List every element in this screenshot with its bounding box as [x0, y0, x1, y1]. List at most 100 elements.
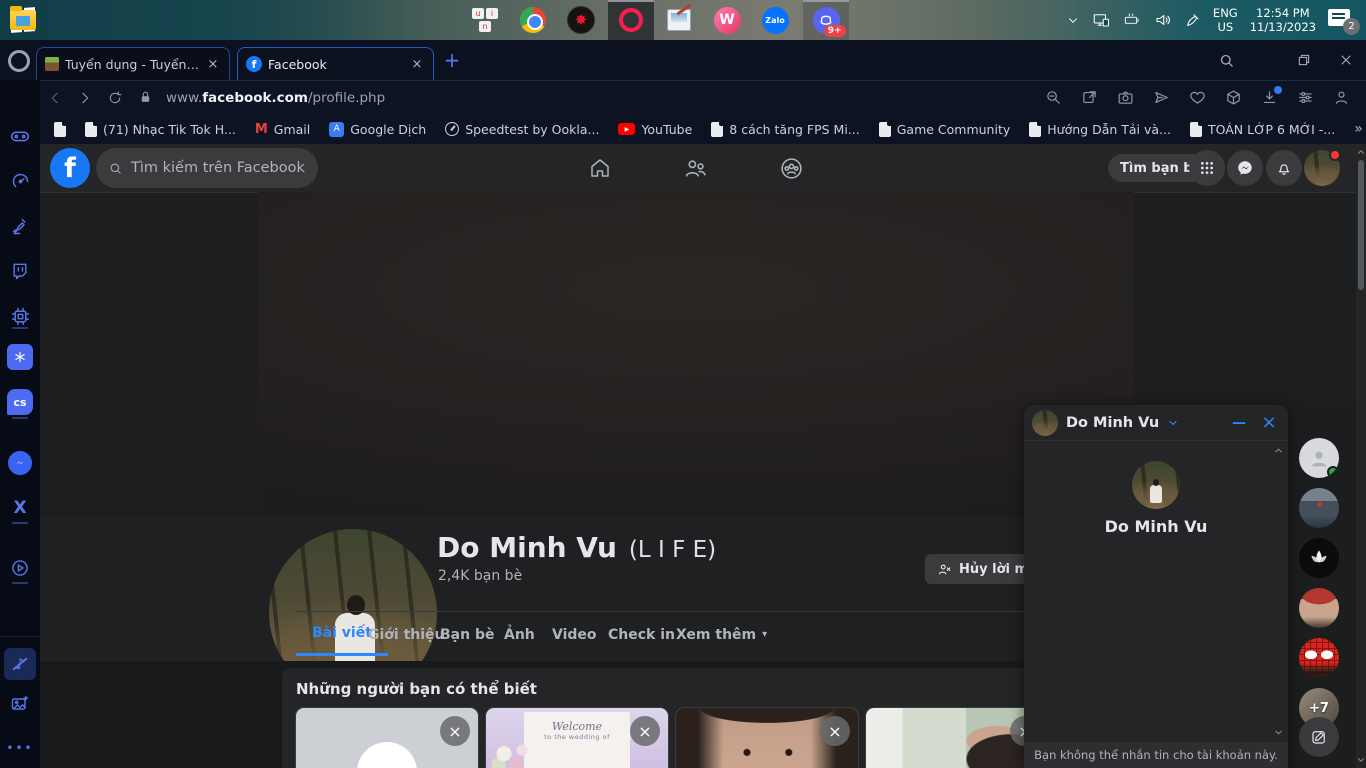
bookmark-item[interactable]: 8 cách tăng FPS Mi... — [711, 120, 860, 137]
url-text[interactable]: www.facebook.com/profile.php — [166, 90, 385, 106]
search-tabs-icon[interactable] — [1218, 52, 1235, 69]
site-lock-icon[interactable] — [130, 84, 160, 112]
taskbar-paint[interactable] — [656, 0, 702, 40]
reload-button[interactable] — [100, 84, 130, 112]
taskbar-opera-gx[interactable] — [608, 0, 654, 40]
downloads-icon[interactable] — [1254, 84, 1284, 112]
nav-friends[interactable] — [650, 144, 740, 192]
tray-chevron-icon[interactable] — [1066, 13, 1080, 27]
contact-avatar[interactable] — [1299, 538, 1339, 578]
taskbar-game-app[interactable]: ✸ — [558, 0, 604, 40]
new-message-button[interactable] — [1299, 717, 1339, 757]
bookmark-item[interactable]: Game Community — [878, 120, 1010, 137]
gx-control-icon[interactable] — [0, 165, 40, 197]
contact-avatar[interactable] — [1299, 588, 1339, 628]
contact-avatar[interactable] — [1299, 488, 1339, 528]
notifications-button[interactable] — [1266, 150, 1302, 186]
sidebar-more-icon[interactable]: ••• — [0, 732, 40, 764]
close-window-icon[interactable] — [1338, 52, 1354, 68]
action-center[interactable]: 2 — [1328, 7, 1360, 35]
chatgpt-icon[interactable] — [0, 341, 40, 373]
player-icon[interactable] — [0, 552, 40, 584]
taskbar-unikey[interactable]: u i n — [462, 0, 508, 40]
image-snapshot-icon[interactable] — [0, 688, 40, 720]
bookmark-item[interactable]: (71) Nhạc Tik Tok H... — [85, 120, 236, 137]
bookmark-item[interactable]: Hướng Dẫn Tải và... — [1029, 120, 1171, 137]
bookmark-youtube[interactable]: ▶ YouTube — [618, 122, 692, 137]
chat-header[interactable]: Do Minh Vu — × — [1024, 405, 1288, 441]
taskbar-chrome[interactable] — [510, 0, 556, 40]
language-indicator[interactable]: ENG US — [1213, 6, 1238, 35]
nav-home[interactable] — [555, 144, 645, 192]
chat-profile-name[interactable]: Do Minh Vu — [1024, 517, 1288, 536]
wallet-cube-icon[interactable] — [1218, 84, 1248, 112]
easy-setup-icon[interactable] — [1290, 84, 1320, 112]
chat-minimize-icon[interactable]: — — [1228, 415, 1250, 431]
restore-window-icon[interactable] — [1296, 52, 1312, 68]
bookmark-speedtest[interactable]: Speedtest by Ookla... — [445, 122, 599, 137]
new-tab-button[interactable]: + — [440, 48, 464, 72]
clock[interactable]: 12:54 PM 11/13/2023 — [1250, 6, 1316, 35]
music-muted-icon[interactable]: ♪ — [0, 648, 40, 680]
scroll-down-icon[interactable] — [1273, 727, 1284, 738]
taskbar-wps[interactable]: W — [704, 0, 750, 40]
back-button[interactable] — [40, 84, 70, 112]
tab-close-icon[interactable]: × — [205, 56, 221, 72]
scrollbar-thumb[interactable] — [1358, 160, 1364, 290]
tab-close-icon[interactable]: × — [409, 56, 425, 72]
zoom-icon[interactable] — [1038, 84, 1068, 112]
volume-icon[interactable] — [1154, 11, 1172, 29]
taskbar-zalo[interactable]: Zalo — [752, 0, 798, 40]
contact-avatar[interactable] — [1299, 438, 1339, 478]
friends-count[interactable]: 2,4K bạn bè — [438, 568, 522, 584]
messenger-sidebar-icon[interactable] — [0, 447, 40, 479]
suggestion-card[interactable]: Welcome to the wedding of × — [486, 708, 668, 768]
chat-profile-avatar[interactable] — [1132, 461, 1180, 509]
contact-avatar[interactable] — [1299, 638, 1339, 678]
cs-app-icon[interactable]: cs — [0, 386, 40, 418]
network-icon[interactable] — [1092, 11, 1110, 29]
page-scrollbar[interactable] — [1356, 144, 1366, 768]
gx-cleaner-icon[interactable] — [0, 210, 40, 242]
snapshot-camera-icon[interactable] — [1110, 84, 1140, 112]
send-flow-icon[interactable] — [1146, 84, 1176, 112]
apps-menu-button[interactable] — [1189, 150, 1225, 186]
chat-scrollbar[interactable] — [1273, 445, 1285, 738]
scroll-up-icon[interactable] — [1356, 147, 1366, 157]
profile-icon[interactable] — [1326, 84, 1356, 112]
bookmark-heart-icon[interactable] — [1182, 84, 1212, 112]
twitch-icon[interactable] — [0, 255, 40, 287]
taskbar-discord[interactable]: 9+ — [803, 0, 849, 40]
messenger-button[interactable] — [1227, 150, 1263, 186]
tab-facebook[interactable]: f Facebook × — [237, 47, 434, 80]
bookmarks-overflow-icon[interactable]: » — [1354, 121, 1363, 137]
forward-button[interactable] — [70, 84, 100, 112]
taskbar-file-explorer[interactable] — [0, 0, 46, 40]
tab-tuyen-dung[interactable]: Tuyển dụng - Tuyển dụng m × — [36, 47, 230, 80]
facebook-search-input[interactable]: Tìm kiếm trên Facebook — [96, 148, 318, 188]
bookmark-item[interactable]: TOÁN LỚP 6 MỚI -... — [1189, 120, 1335, 137]
bookmark-translate[interactable]: A Google Dịch — [329, 121, 426, 137]
opera-menu-button[interactable] — [8, 50, 30, 72]
battery-icon[interactable] — [1122, 12, 1142, 28]
nav-groups[interactable] — [746, 144, 836, 192]
suggestion-card[interactable]: × — [296, 708, 478, 768]
cover-photo[interactable] — [258, 192, 1134, 517]
facebook-logo[interactable]: f — [50, 148, 90, 188]
x-twitter-icon[interactable]: X — [0, 492, 40, 524]
header-avatar[interactable] — [1304, 149, 1341, 186]
bookmark-item[interactable] — [54, 120, 67, 137]
pinboard-icon[interactable] — [1074, 84, 1104, 112]
dismiss-suggestion-icon[interactable]: × — [630, 716, 660, 746]
scroll-down-icon[interactable] — [1356, 755, 1366, 765]
gx-corner-icon[interactable] — [0, 120, 40, 152]
suggestion-card[interactable]: × — [676, 708, 858, 768]
chat-close-icon[interactable]: × — [1258, 412, 1280, 433]
scroll-up-icon[interactable] — [1273, 445, 1284, 456]
suggestion-card[interactable]: × — [866, 708, 1030, 768]
dismiss-suggestion-icon[interactable]: × — [820, 716, 850, 746]
tab-xem-them[interactable]: Xem thêm ▾ — [660, 613, 783, 656]
chevron-down-icon[interactable] — [1167, 417, 1179, 429]
pen-icon[interactable] — [1184, 12, 1201, 29]
bookmark-gmail[interactable]: M Gmail — [255, 122, 310, 137]
